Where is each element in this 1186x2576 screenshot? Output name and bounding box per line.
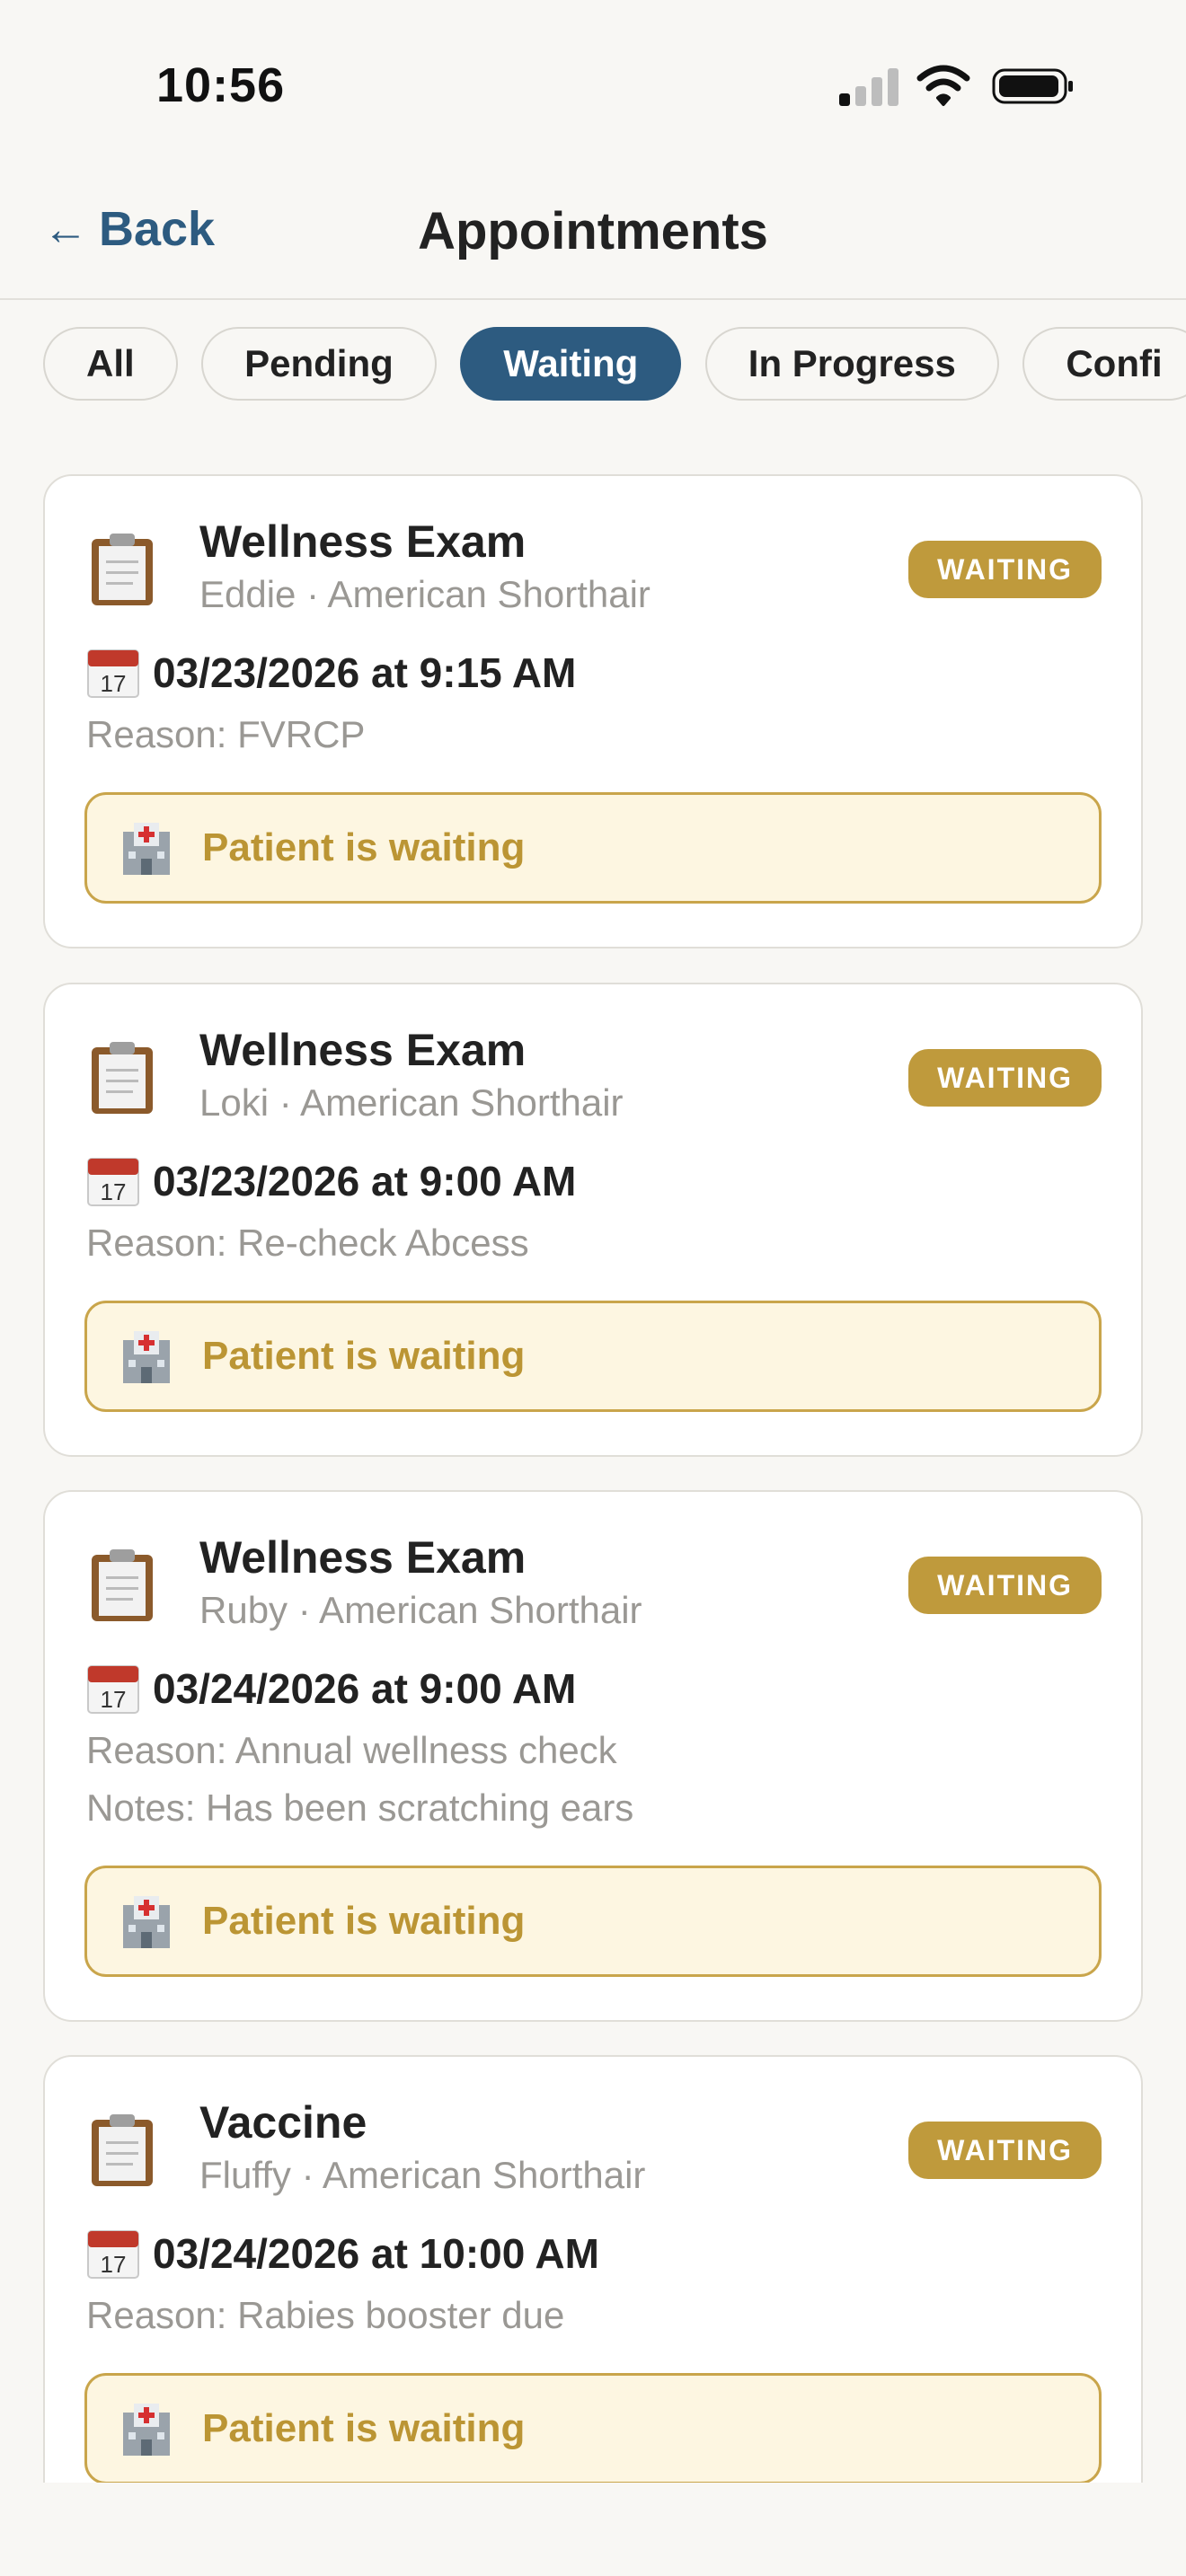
appointment-type: Wellness Exam xyxy=(199,1025,527,1075)
appointment-type: Wellness Exam xyxy=(199,1532,527,1583)
waiting-status-text: Patient is waiting xyxy=(202,1334,526,1378)
hospital-icon xyxy=(123,1331,170,1383)
clipboard-icon xyxy=(92,1042,153,1114)
hospital-icon xyxy=(123,1896,170,1948)
patient-info: Fluffy · American Shorthair xyxy=(199,2154,646,2196)
status-badge: WAITING xyxy=(908,1049,1102,1107)
status-bar: 10:56 xyxy=(0,0,1186,171)
appointment-datetime-row: 17 03/24/2026 at 9:00 AM xyxy=(86,1663,576,1715)
status-badge: WAITING xyxy=(908,541,1102,598)
wifi-icon xyxy=(916,65,970,106)
appointment-datetime-row: 17 03/23/2026 at 9:15 AM xyxy=(86,647,576,699)
status-time: 10:56 xyxy=(156,58,286,112)
clipboard-icon xyxy=(92,534,153,605)
svg-text:17: 17 xyxy=(101,2251,127,2278)
clipboard-icon xyxy=(92,2114,153,2186)
appointment-datetime-row: 17 03/24/2026 at 10:00 AM xyxy=(86,2228,599,2280)
svg-text:17: 17 xyxy=(101,670,127,697)
appointment-datetime-row: 17 03/23/2026 at 9:00 AM xyxy=(86,1155,576,1207)
calendar-icon: 17 xyxy=(87,2230,139,2279)
filter-chip-all[interactable]: All xyxy=(43,327,178,401)
svg-text:17: 17 xyxy=(101,1686,127,1713)
appointment-card[interactable]: Wellness Exam Ruby · American Shorthair … xyxy=(43,1490,1143,2022)
hospital-icon xyxy=(123,823,170,875)
waiting-status-box: Patient is waiting xyxy=(84,1301,1102,1412)
filter-chip-confirmed[interactable]: Confi xyxy=(1022,327,1186,401)
calendar-icon: 17 xyxy=(87,1665,139,1714)
waiting-status-box: Patient is waiting xyxy=(84,2373,1102,2484)
appointment-datetime: 03/24/2026 at 10:00 AM xyxy=(153,2230,599,2277)
appointment-type: Wellness Exam xyxy=(199,516,527,567)
appointment-reason: Reason: Rabies booster due xyxy=(86,2294,565,2336)
patient-info: Loki · American Shorthair xyxy=(199,1081,624,1124)
waiting-status-text: Patient is waiting xyxy=(202,825,526,869)
appointment-reason: Reason: Re-check Abcess xyxy=(86,1222,529,1264)
patient-info: Ruby · American Shorthair xyxy=(199,1589,642,1631)
page-title: Appointments xyxy=(418,202,768,260)
clipboard-icon xyxy=(92,1549,153,1621)
calendar-icon: 17 xyxy=(87,1158,139,1206)
status-badge: WAITING xyxy=(908,1557,1102,1614)
status-filter-bar: All Pending Waiting In Progress Confi xyxy=(43,327,1186,404)
filter-chip-pending[interactable]: Pending xyxy=(201,327,437,401)
appointment-notes: Notes: Has been scratching ears xyxy=(86,1786,634,1829)
navigation-bar: ← Back Appointments xyxy=(0,171,1186,300)
battery-icon xyxy=(992,68,1073,104)
filter-chip-waiting[interactable]: Waiting xyxy=(460,327,682,401)
svg-text:17: 17 xyxy=(101,1178,127,1205)
appointment-datetime: 03/23/2026 at 9:00 AM xyxy=(153,1158,577,1204)
status-badge: WAITING xyxy=(908,2122,1102,2179)
waiting-status-box: Patient is waiting xyxy=(84,792,1102,904)
filter-chip-in-progress[interactable]: In Progress xyxy=(704,327,999,401)
appointment-datetime: 03/24/2026 at 9:00 AM xyxy=(153,1665,577,1712)
appointment-reason: Reason: Annual wellness check xyxy=(86,1729,617,1771)
waiting-status-text: Patient is waiting xyxy=(202,2406,526,2450)
appointment-type: Vaccine xyxy=(199,2097,367,2148)
appointment-card[interactable]: Wellness Exam Loki · American Shorthair … xyxy=(43,983,1143,1457)
bottom-safe-area xyxy=(0,2483,1186,2576)
waiting-status-box: Patient is waiting xyxy=(84,1866,1102,1977)
hospital-icon xyxy=(123,2404,170,2456)
waiting-status-text: Patient is waiting xyxy=(202,1899,526,1943)
calendar-icon: 17 xyxy=(87,649,139,698)
appointment-card[interactable]: Wellness Exam Eddie · American Shorthair… xyxy=(43,474,1143,948)
cellular-signal-icon xyxy=(839,66,902,106)
appointment-reason: Reason: FVRCP xyxy=(86,713,366,755)
appointment-datetime: 03/23/2026 at 9:15 AM xyxy=(153,649,577,696)
patient-info: Eddie · American Shorthair xyxy=(199,573,651,615)
